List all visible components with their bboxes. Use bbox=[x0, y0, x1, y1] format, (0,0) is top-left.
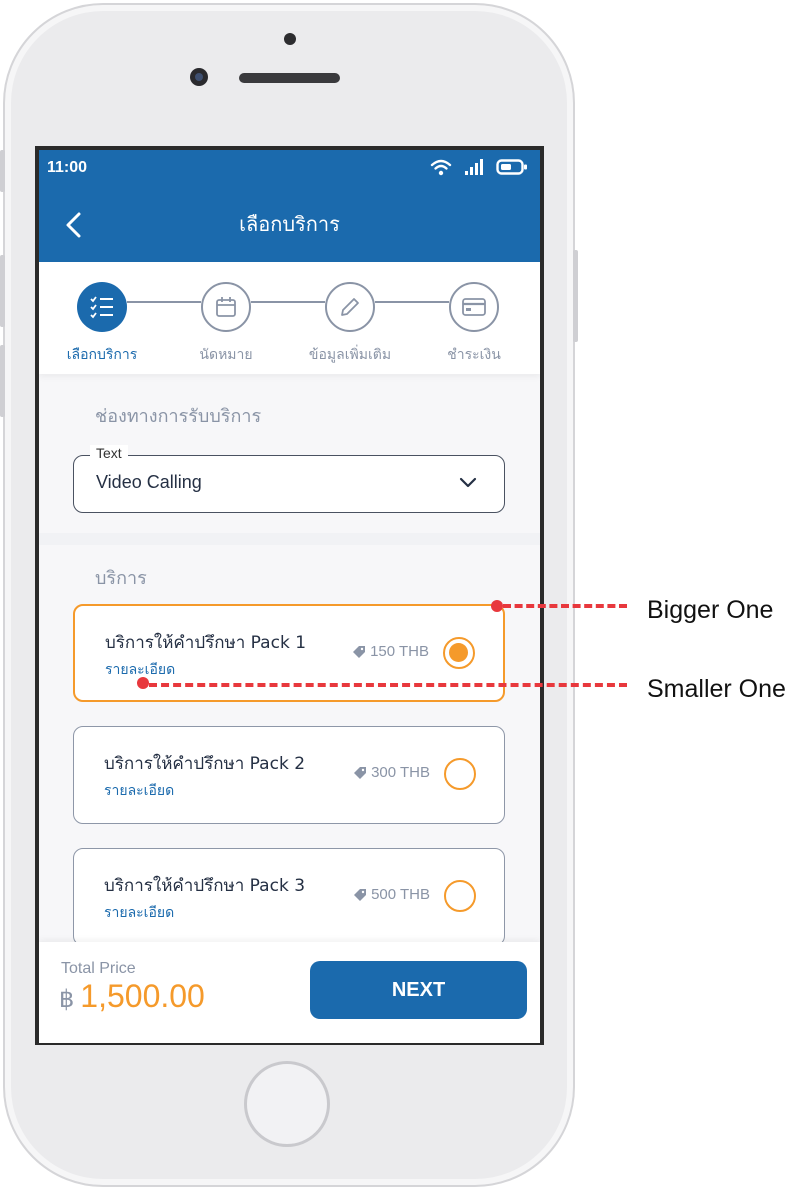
service-radio[interactable] bbox=[443, 637, 475, 669]
app-bar: 11:00 เลือกบริการ bbox=[39, 150, 540, 262]
total-amount: 1,500.00 bbox=[80, 978, 205, 1014]
service-title: บริการให้คำปรึกษา Pack 2 bbox=[104, 754, 306, 774]
step-additional-info[interactable] bbox=[325, 282, 375, 332]
price-tag-icon bbox=[354, 888, 367, 901]
annotation-label-bigger: Bigger One bbox=[647, 596, 774, 624]
annotation-label-smaller: Smaller One bbox=[647, 675, 786, 703]
channel-selected-value: Video Calling bbox=[96, 472, 202, 492]
side-button-volume-down bbox=[0, 345, 5, 417]
side-button-power bbox=[573, 250, 578, 342]
side-button-mute bbox=[0, 150, 5, 192]
channel-select[interactable]: Text Video Calling bbox=[73, 445, 505, 513]
channel-field-label: Text bbox=[90, 445, 128, 461]
annotation-dot-bigger bbox=[491, 600, 503, 612]
calendar-icon bbox=[216, 297, 236, 317]
service-card[interactable]: บริการให้คำปรึกษา Pack 3 รายละเอียด 500 … bbox=[73, 848, 505, 946]
annotation-line-bigger bbox=[503, 604, 627, 608]
service-radio[interactable] bbox=[444, 880, 476, 912]
page-title: เลือกบริการ bbox=[239, 214, 340, 236]
home-button[interactable] bbox=[244, 1061, 330, 1147]
progress-stepper: เลือกบริการ นัดหมาย ข้อมูลเพิ่มเติม ชำระ… bbox=[39, 262, 540, 374]
step-payment[interactable] bbox=[449, 282, 499, 332]
step-label: ข้อมูลเพิ่มเติม bbox=[308, 347, 392, 363]
service-price-text: 500 THB bbox=[371, 886, 430, 903]
service-detail-link[interactable]: รายละเอียด bbox=[104, 902, 174, 924]
step-connector bbox=[375, 301, 449, 303]
service-radio[interactable] bbox=[444, 758, 476, 790]
service-detail-link[interactable]: รายละเอียด bbox=[104, 780, 174, 802]
service-price-text: 300 THB bbox=[371, 764, 430, 781]
currency-symbol: ฿ bbox=[59, 986, 75, 1013]
service-card[interactable]: บริการให้คำปรึกษา Pack 2 รายละเอียด 300 … bbox=[73, 726, 505, 824]
phone-screen: 11:00 เลือกบริการ เลือกบริการ นัดหมาย ข้… bbox=[35, 146, 544, 1045]
app-view: 11:00 เลือกบริการ เลือกบริการ นัดหมาย ข้… bbox=[39, 150, 540, 1043]
channel-section-label: ช่องทางการรับบริการ bbox=[95, 406, 262, 427]
step-connector bbox=[127, 301, 201, 303]
step-connector bbox=[251, 301, 325, 303]
step-select-service[interactable] bbox=[77, 282, 127, 332]
battery-icon bbox=[496, 159, 527, 175]
earpiece-speaker bbox=[239, 73, 340, 83]
bottom-bar: Total Price ฿ 1,500.00 NEXT bbox=[39, 942, 540, 1043]
service-price: 500 THB bbox=[353, 886, 430, 903]
signal-icon bbox=[465, 159, 483, 175]
chevron-down-icon[interactable] bbox=[458, 476, 478, 490]
total-price-value: ฿ 1,500.00 bbox=[59, 978, 205, 1015]
step-label: นัดหมาย bbox=[199, 347, 253, 363]
service-price-text: 150 THB bbox=[370, 643, 429, 660]
step-appointment[interactable] bbox=[201, 282, 251, 332]
service-title: บริการให้คำปรึกษา Pack 3 bbox=[104, 876, 306, 896]
total-price-label: Total Price bbox=[61, 960, 136, 977]
front-camera bbox=[190, 68, 208, 86]
wifi-icon bbox=[430, 159, 452, 176]
side-button-volume-up bbox=[0, 255, 5, 327]
service-card[interactable]: บริการให้คำปรึกษา Pack 1 รายละเอียด 150 … bbox=[73, 604, 505, 702]
status-time: 11:00 bbox=[47, 159, 88, 176]
next-button[interactable]: NEXT bbox=[310, 961, 527, 1019]
services-section-label: บริการ bbox=[95, 568, 147, 589]
annotation-line-smaller bbox=[149, 683, 627, 687]
step-label: เลือกบริการ bbox=[66, 347, 138, 363]
credit-card-icon bbox=[462, 298, 486, 316]
service-price: 150 THB bbox=[352, 643, 429, 660]
annotation-dot-smaller bbox=[137, 677, 149, 689]
service-price: 300 THB bbox=[353, 764, 430, 781]
checklist-icon bbox=[90, 296, 113, 319]
service-title: บริการให้คำปรึกษา Pack 1 bbox=[105, 633, 307, 653]
section-divider bbox=[39, 533, 540, 545]
pencil-icon bbox=[341, 298, 359, 316]
price-tag-icon bbox=[353, 645, 366, 658]
sensor-dot bbox=[284, 33, 296, 45]
price-tag-icon bbox=[354, 766, 367, 779]
step-label: ชำระเงิน bbox=[447, 347, 501, 363]
status-icons bbox=[430, 158, 528, 176]
